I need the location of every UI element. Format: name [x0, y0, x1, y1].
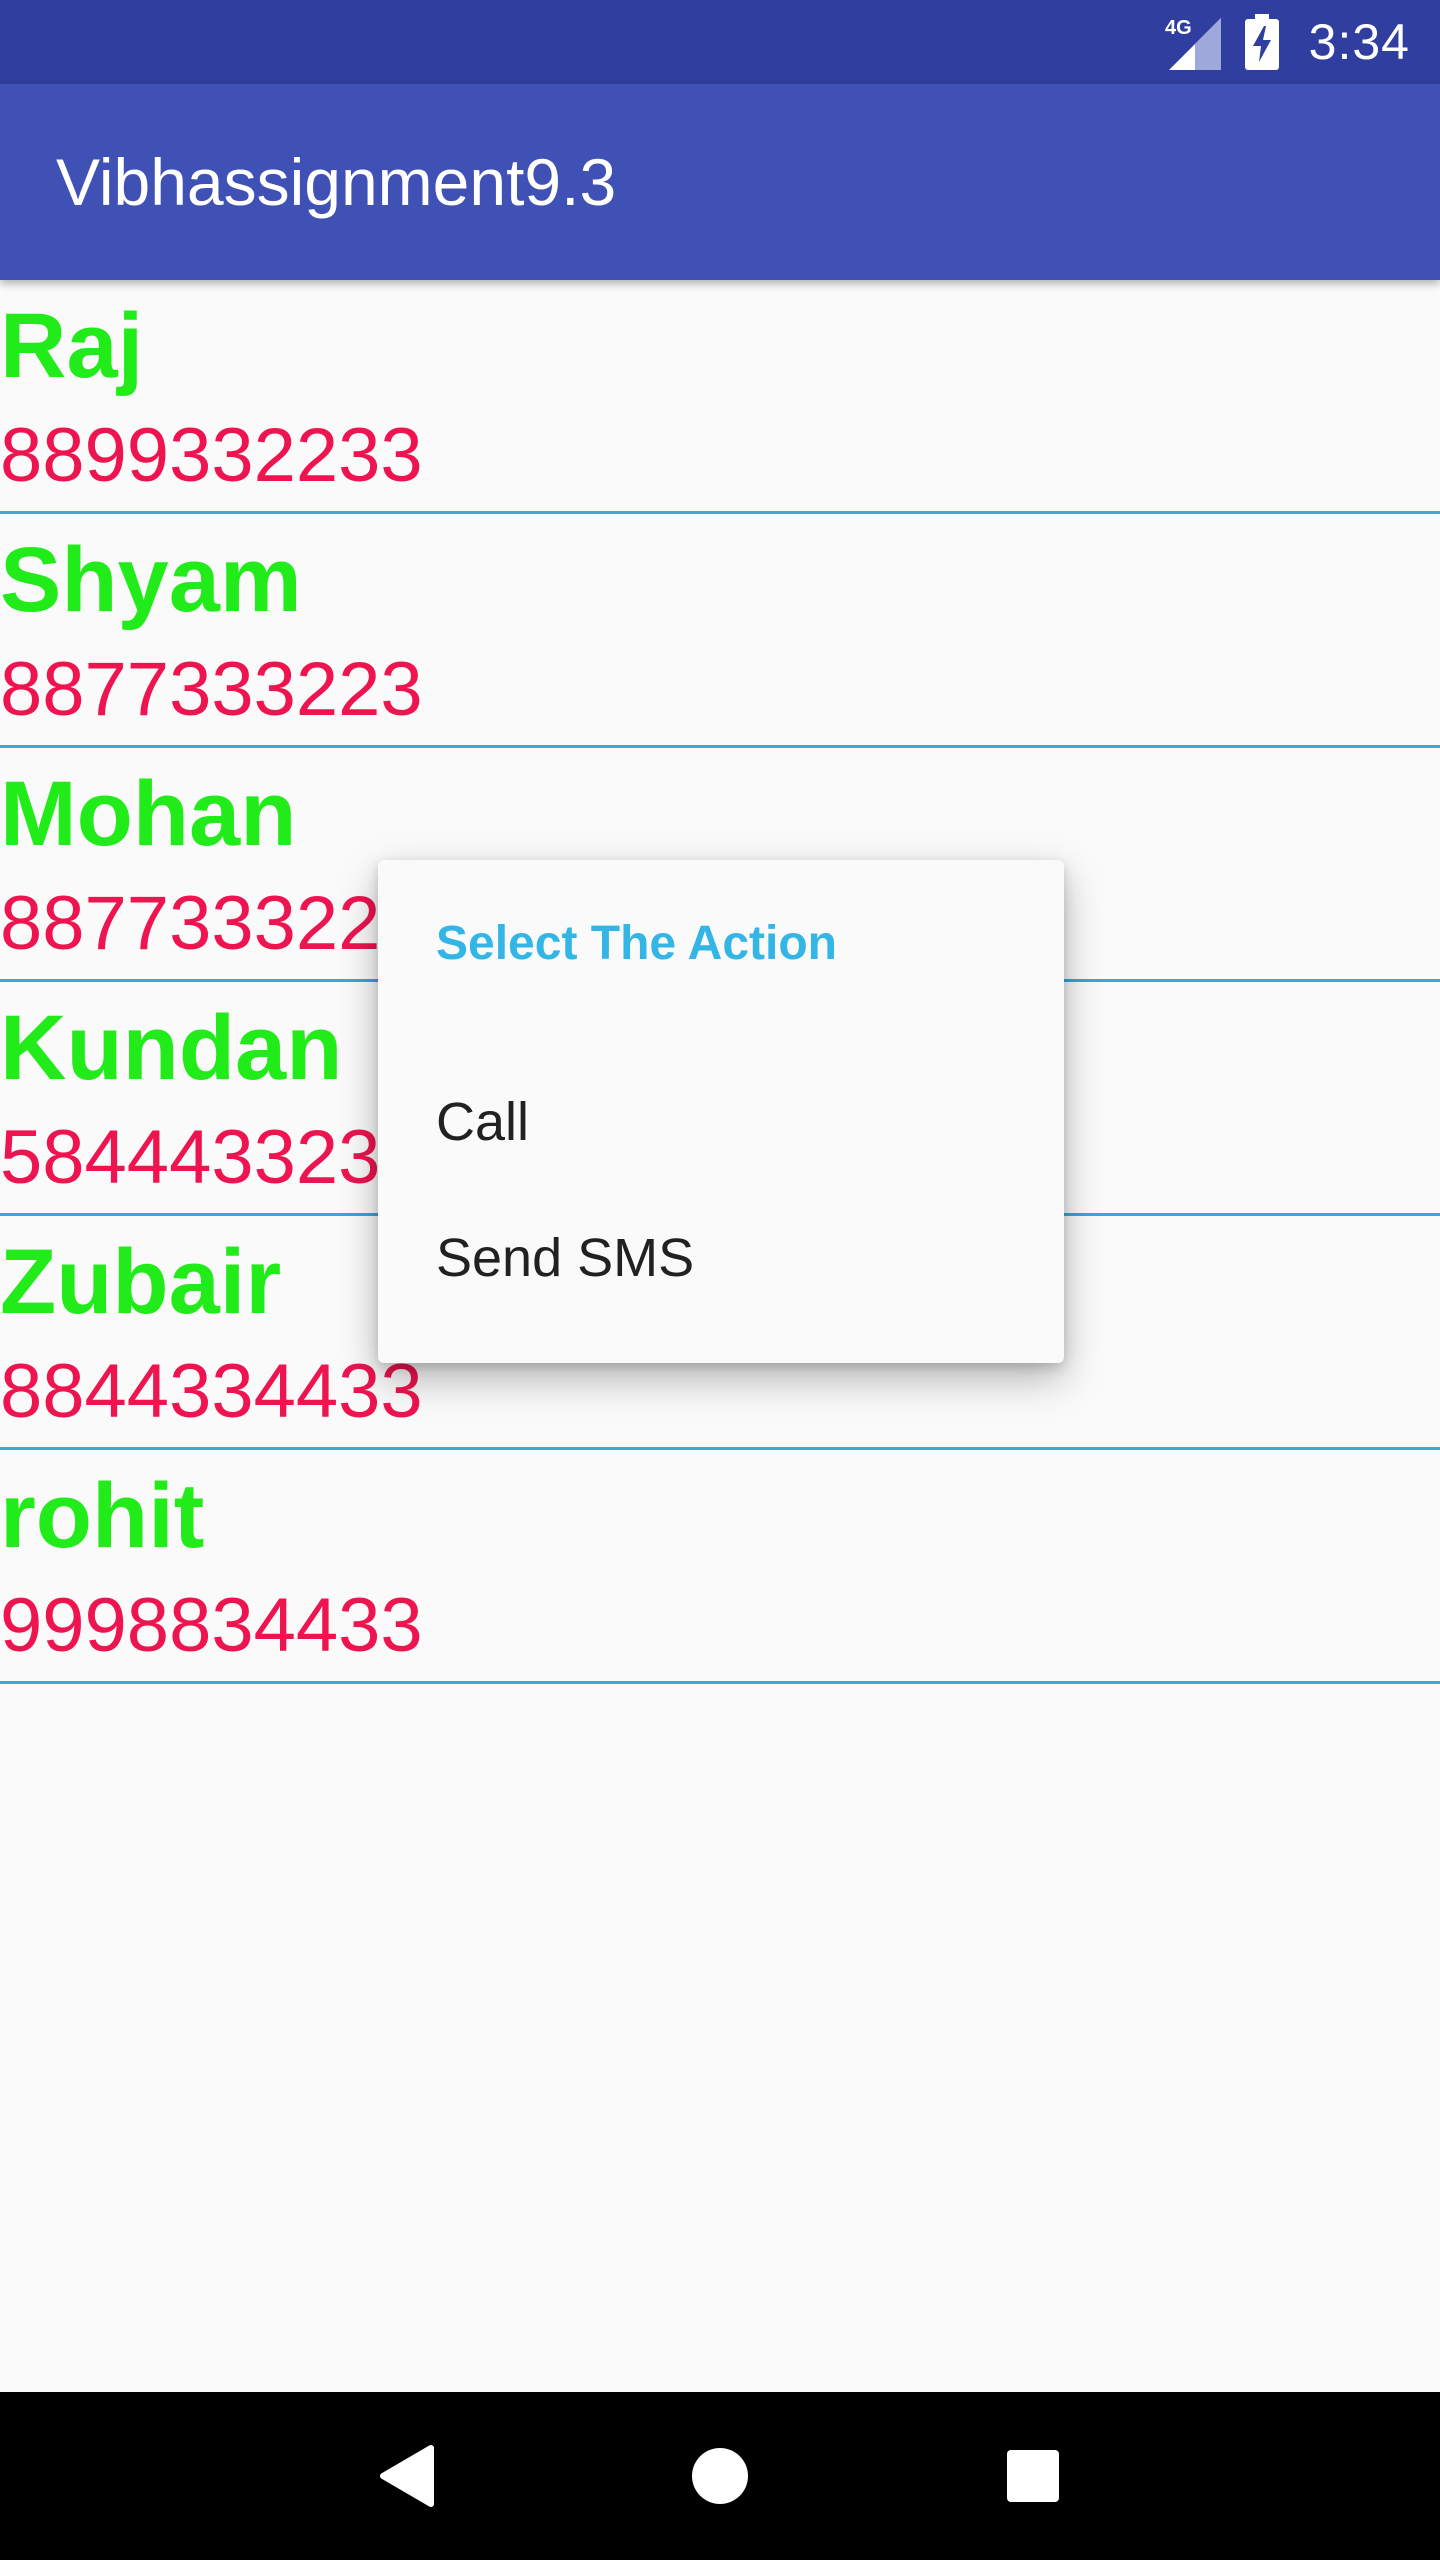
- action-dialog: Select The Action Call Send SMS: [378, 860, 1064, 1363]
- contact-phone: 8877333223: [0, 647, 423, 732]
- svg-text:4G: 4G: [1165, 17, 1192, 39]
- home-button[interactable]: [660, 2416, 780, 2536]
- nav-bar: [0, 2392, 1440, 2560]
- contact-phone: 8877333223: [0, 881, 423, 966]
- status-time: 3:34: [1308, 14, 1410, 70]
- screen: 4G 3:34 Vibhassignment9.3 Raj 8899332233…: [0, 0, 1440, 2560]
- contact-name: Shyam: [0, 529, 302, 631]
- contact-name: rohit: [0, 1465, 205, 1567]
- send-sms-menu-item[interactable]: Send SMS: [378, 1174, 1064, 1342]
- contact-name: Raj: [0, 295, 144, 397]
- contact-name: Kundan: [0, 997, 343, 1099]
- app-title: Vibhassignment9.3: [56, 145, 617, 219]
- status-bar: 4G 3:34: [0, 0, 1440, 84]
- home-icon: [691, 2448, 748, 2504]
- list-item[interactable]: Raj 8899332233: [0, 280, 1440, 514]
- contact-phone: 5844433233: [0, 1115, 423, 1200]
- recents-button[interactable]: [973, 2416, 1093, 2536]
- list-item[interactable]: Shyam 8877333223: [0, 514, 1440, 748]
- battery-charging-icon: [1244, 14, 1279, 70]
- app-bar: Vibhassignment9.3: [0, 84, 1440, 280]
- list-item[interactable]: rohit 9998834433: [0, 1450, 1440, 1684]
- send-sms-label: Send SMS: [436, 1228, 695, 1288]
- contact-name: Zubair: [0, 1231, 282, 1333]
- dialog-title: Select The Action: [436, 917, 837, 970]
- contact-phone: 8844334433: [0, 1349, 423, 1434]
- contact-name: Mohan: [0, 763, 297, 865]
- contact-phone: 8899332233: [0, 413, 423, 498]
- back-button[interactable]: [347, 2416, 467, 2536]
- signal-4g-icon: 4G: [1165, 14, 1221, 70]
- contact-phone: 9998834433: [0, 1583, 423, 1668]
- recents-icon: [1007, 2450, 1060, 2502]
- back-icon: [379, 2445, 434, 2507]
- call-label: Call: [436, 1092, 530, 1152]
